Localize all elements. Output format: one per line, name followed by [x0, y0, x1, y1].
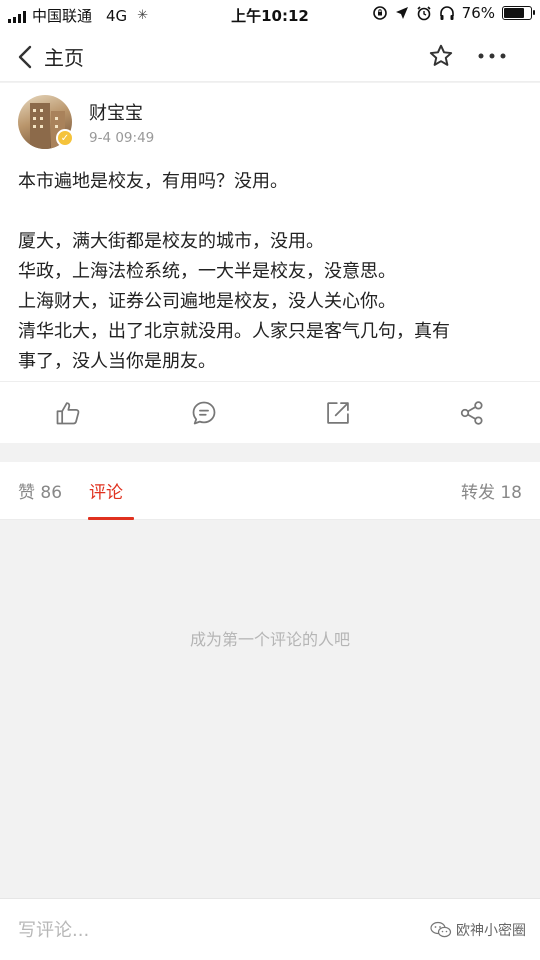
status-bar: 中国联通 4G ✳ 上午10:12 76% [0, 0, 540, 30]
share-icon [460, 401, 483, 425]
post-line: 清华北大，出了北京就没用。人家只是客气几句，真有 [18, 321, 450, 342]
post-line: 上海财大，证券公司遍地是校友，没人关心你。 [18, 291, 396, 312]
location-icon [395, 7, 408, 19]
star-icon [429, 44, 453, 66]
post-line: 本市遍地是校友，有用吗？没用。 [18, 171, 288, 192]
post-line: 事了，没人当你是朋友。 [18, 351, 216, 372]
status-right: 76% [372, 4, 535, 22]
rotation-lock-icon [372, 6, 387, 20]
tab-reposts[interactable]: 转发 18 [461, 478, 522, 503]
post-card: ✓ 财宝宝 9-4 09:49 本市遍地是校友，有用吗？没用。 厦大，满大街都是… [0, 83, 540, 443]
verified-badge-icon: ✓ [56, 129, 74, 147]
empty-comments-text: 成为第一个评论的人吧 [189, 630, 350, 649]
alarm-icon [417, 6, 431, 21]
nav-bar: 主页 [0, 30, 540, 82]
page-title: 主页 [44, 46, 84, 70]
post-line: 厦大，满大街都是校友的城市，没用。 [18, 231, 324, 252]
battery-icon [502, 6, 535, 20]
watermark-text: 欧神小密圈 [456, 923, 526, 939]
active-tab-indicator [88, 517, 134, 520]
battery-percent: 76% [461, 4, 495, 22]
comment-button[interactable] [190, 399, 218, 427]
repost-button[interactable] [324, 399, 352, 427]
more-button[interactable] [476, 43, 508, 73]
headphones-icon [439, 6, 454, 20]
like-button[interactable] [54, 399, 82, 427]
post-line [18, 197, 523, 227]
post-actions [0, 381, 540, 443]
comment-icon [192, 401, 216, 425]
post-time: 9-4 09:49 [89, 130, 155, 146]
like-icon [56, 402, 80, 425]
back-button[interactable]: 主页 [18, 42, 84, 71]
repost-icon [327, 402, 349, 424]
interaction-tabs: 赞 86 评论 转发 18 [0, 462, 540, 520]
comments-area: 成为第一个评论的人吧 [0, 521, 540, 898]
bottom-bar: 欧神小密圈 [0, 898, 540, 960]
share-button[interactable] [458, 399, 486, 427]
post-line: 华政，上海法检系统，一大半是校友，没意思。 [18, 261, 396, 282]
favorite-button[interactable] [428, 43, 454, 73]
watermark: 欧神小密圈 [430, 920, 526, 940]
author-name[interactable]: 财宝宝 [89, 99, 143, 125]
more-icon [478, 53, 506, 59]
wechat-icon [430, 921, 452, 938]
comment-input[interactable] [18, 915, 408, 945]
tab-likes[interactable]: 赞 86 [18, 478, 62, 503]
tab-comments[interactable]: 评论 [89, 478, 123, 503]
back-arrow-icon [18, 45, 32, 68]
post-content: 本市遍地是校友，有用吗？没用。 厦大，满大街都是校友的城市，没用。 华政，上海法… [18, 167, 523, 377]
